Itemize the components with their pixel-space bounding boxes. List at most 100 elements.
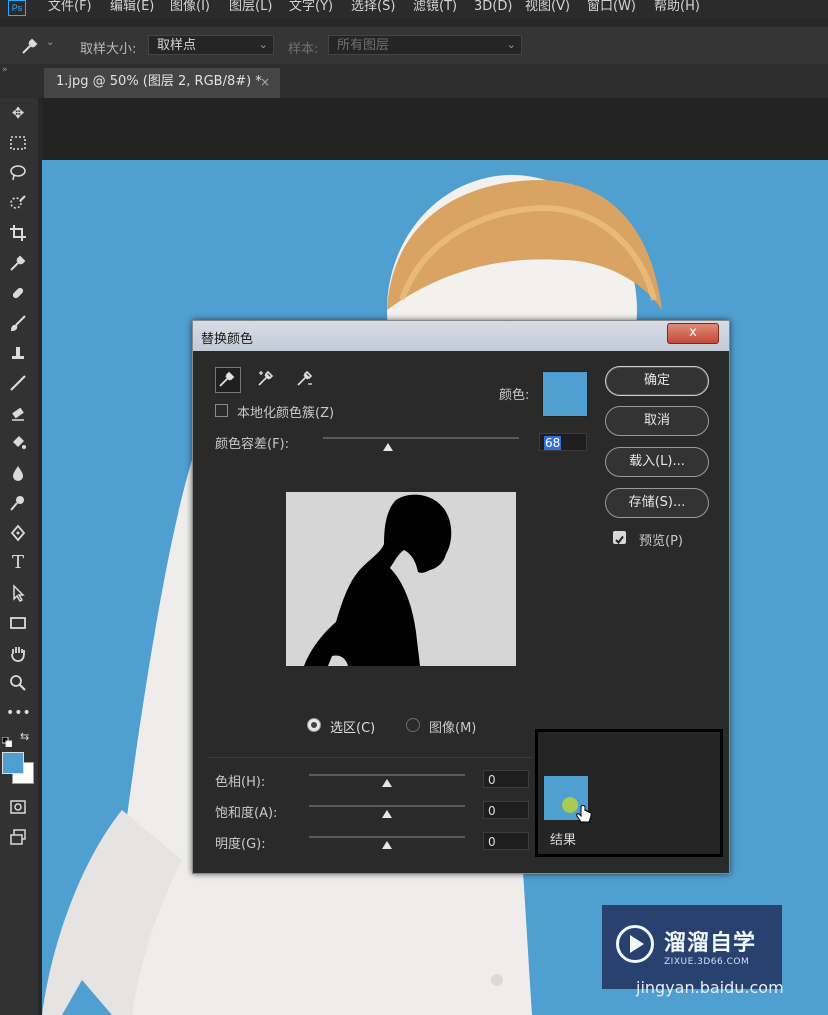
watermark-domain: ZIXUE.3D66.COM xyxy=(664,957,750,967)
menu-filter[interactable]: 滤镜(T) xyxy=(413,0,457,14)
hue-label: 色相(H): xyxy=(215,775,266,790)
hue-slider-thumb[interactable] xyxy=(382,779,392,787)
tolerance-slider-thumb[interactable] xyxy=(382,443,393,451)
clone-stamp-tool-icon[interactable] xyxy=(6,342,30,364)
paint-bucket-tool-icon[interactable] xyxy=(6,432,30,454)
divider xyxy=(207,757,533,758)
tools-panel: ✥ T ••• ⇆ xyxy=(0,98,39,1015)
hand-tool-icon[interactable] xyxy=(6,642,30,664)
cancel-button[interactable]: 取消 xyxy=(605,406,709,436)
document-tab-title: 1.jpg @ 50% (图层 2, RGB/8#) * xyxy=(56,74,262,89)
menu-edit[interactable]: 编辑(E) xyxy=(110,0,154,14)
watermark-badge: 溜溜自学 ZIXUE.3D66.COM xyxy=(602,905,782,989)
photoshop-logo-icon: Ps xyxy=(8,0,26,16)
localized-clusters-checkbox[interactable] xyxy=(215,404,228,417)
radio-image[interactable] xyxy=(406,718,420,732)
radio-selection-checked[interactable] xyxy=(307,718,321,732)
menu-type[interactable]: 文字(Y) xyxy=(289,0,333,14)
zoom-tool-icon[interactable] xyxy=(6,672,30,694)
lightness-value: 0 xyxy=(488,835,496,849)
eyedropper-icon[interactable] xyxy=(215,367,241,393)
tolerance-slider-track[interactable] xyxy=(323,437,519,439)
hue-slider-track[interactable] xyxy=(309,774,465,776)
sample-label: 样本: xyxy=(288,42,319,57)
type-tool-icon[interactable]: T xyxy=(6,552,30,574)
hue-value: 0 xyxy=(488,773,496,787)
panel-collapse-icon[interactable]: » xyxy=(2,65,8,75)
saturation-slider-thumb[interactable] xyxy=(382,810,392,818)
sample-size-label: 取样大小: xyxy=(80,42,137,57)
pen-tool-icon[interactable] xyxy=(6,522,30,544)
more-tools-icon[interactable]: ••• xyxy=(6,702,31,724)
dialog-titlebar[interactable]: 替换颜色 x xyxy=(193,321,729,351)
color-swatch[interactable] xyxy=(542,371,588,417)
tolerance-label: 颜色容差(F): xyxy=(215,437,290,452)
play-logo-icon xyxy=(616,925,654,963)
chevron-down-icon: ⌄ xyxy=(506,38,516,51)
foreground-color-swatch[interactable] xyxy=(2,752,24,774)
history-brush-tool-icon[interactable] xyxy=(6,372,30,394)
lightness-label: 明度(G): xyxy=(215,837,266,852)
localized-clusters-label: 本地化颜色簇(Z) xyxy=(237,406,335,421)
options-bar: ⌄ 取样大小: 取样点 ⌄ 样本: 所有图层 ⌄ xyxy=(0,26,828,65)
quick-selection-tool-icon[interactable] xyxy=(6,192,30,214)
document-tab[interactable]: 1.jpg @ 50% (图层 2, RGB/8#) * × xyxy=(44,68,280,98)
menu-help[interactable]: 帮助(H) xyxy=(654,0,700,14)
sample-select[interactable]: 所有图层 ⌄ xyxy=(328,35,522,55)
preview-checkbox[interactable] xyxy=(613,531,626,545)
sample-size-select[interactable]: 取样点 ⌄ xyxy=(148,35,274,55)
menu-window[interactable]: 窗口(W) xyxy=(587,0,636,14)
menu-image[interactable]: 图像(I) xyxy=(170,0,210,14)
chevron-down-icon[interactable]: ⌄ xyxy=(46,37,54,48)
eyedropper-tool-icon[interactable] xyxy=(6,252,30,274)
rectangle-tool-icon[interactable] xyxy=(6,612,30,634)
menu-layer[interactable]: 图层(L) xyxy=(229,0,272,14)
eyedropper-icon[interactable] xyxy=(20,36,44,56)
brush-tool-icon[interactable] xyxy=(6,312,30,334)
saturation-value: 0 xyxy=(488,804,496,818)
dialog-close-button[interactable]: x xyxy=(667,323,719,344)
close-icon[interactable]: × xyxy=(260,68,270,96)
marquee-tool-icon[interactable] xyxy=(6,132,30,154)
lasso-tool-icon[interactable] xyxy=(6,162,30,184)
eraser-tool-icon[interactable] xyxy=(6,402,30,424)
load-button[interactable]: 载入(L)... xyxy=(605,447,709,477)
menu-3d[interactable]: 3D(D) xyxy=(474,0,512,14)
tolerance-input[interactable]: 68 xyxy=(539,433,587,451)
ok-button[interactable]: 确定 xyxy=(605,366,709,396)
menu-file[interactable]: 文件(F) xyxy=(48,0,92,14)
result-label: 结果 xyxy=(550,833,577,848)
selection-preview xyxy=(286,492,516,666)
lightness-input[interactable]: 0 xyxy=(483,832,529,850)
saturation-label: 饱和度(A): xyxy=(215,806,278,821)
menu-view[interactable]: 视图(V) xyxy=(525,0,570,14)
blur-tool-icon[interactable] xyxy=(6,462,30,484)
color-label: 颜色: xyxy=(499,388,530,403)
lightness-slider-thumb[interactable] xyxy=(382,841,392,849)
silhouette-preview xyxy=(304,494,452,666)
swap-colors-icon[interactable]: ⇆ xyxy=(20,730,29,743)
saturation-input[interactable]: 0 xyxy=(483,801,529,819)
tolerance-value: 68 xyxy=(544,436,562,450)
replace-color-dialog: 替换颜色 x 本地化颜色簇(Z) 颜色: 颜色容差(F): 68 选区(C) 图… xyxy=(192,320,730,874)
healing-brush-tool-icon[interactable] xyxy=(6,282,30,304)
hand-cursor-icon xyxy=(575,805,593,825)
radio-selection-label: 选区(C) xyxy=(330,721,376,736)
quick-mask-icon[interactable] xyxy=(6,796,30,818)
eyedropper-plus-icon[interactable] xyxy=(255,367,279,391)
sample-value: 所有图层 xyxy=(337,38,390,53)
menu-select[interactable]: 选择(S) xyxy=(351,0,395,14)
save-button[interactable]: 存储(S)... xyxy=(605,488,709,518)
crop-tool-icon[interactable] xyxy=(6,222,30,244)
default-colors-icon[interactable] xyxy=(1,732,13,748)
move-tool-icon[interactable]: ✥ xyxy=(6,102,30,124)
dodge-tool-icon[interactable] xyxy=(6,492,30,514)
eyedropper-minus-icon[interactable] xyxy=(294,367,318,391)
watermark-url: jingyan.baidu.com xyxy=(636,978,784,997)
saturation-slider-track[interactable] xyxy=(309,805,465,807)
hue-input[interactable]: 0 xyxy=(483,770,529,788)
radio-image-label: 图像(M) xyxy=(429,721,477,736)
screen-mode-icon[interactable] xyxy=(6,826,30,848)
lightness-slider-track[interactable] xyxy=(309,836,465,838)
path-selection-tool-icon[interactable] xyxy=(6,582,30,604)
